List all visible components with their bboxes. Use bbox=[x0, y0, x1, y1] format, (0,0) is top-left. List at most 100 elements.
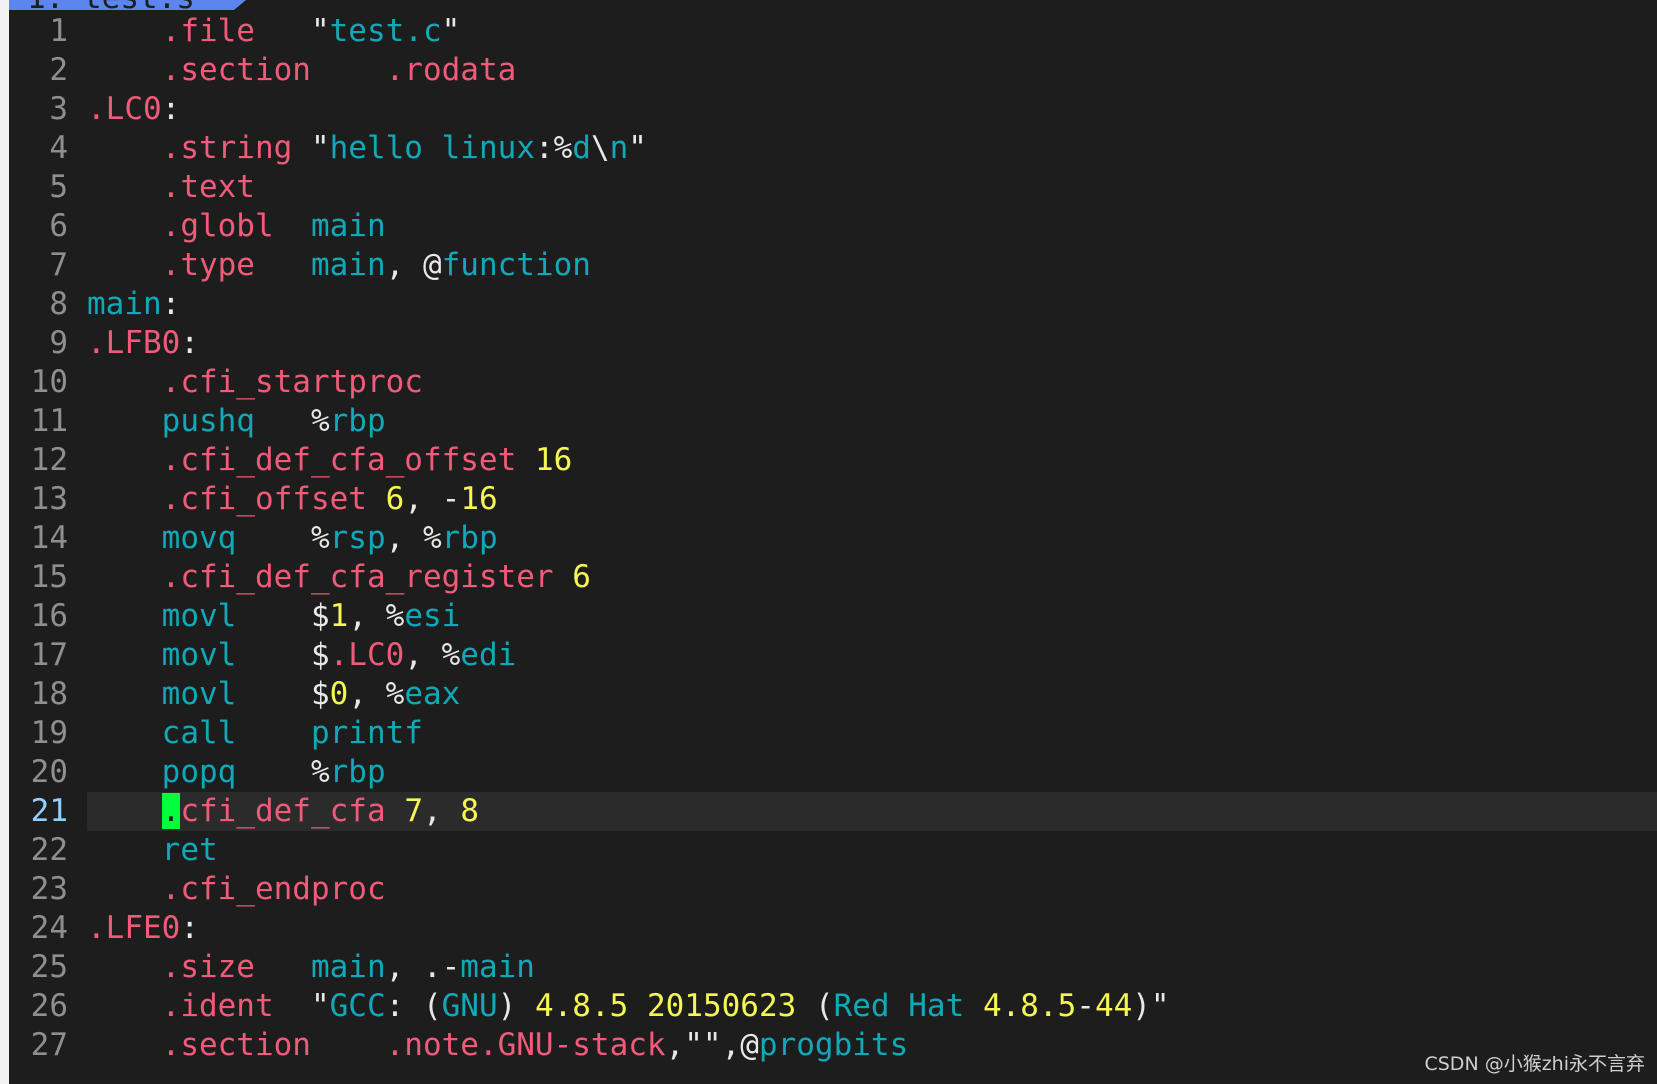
code-line[interactable]: 16 movl $1, %esi bbox=[0, 597, 1657, 636]
code-token: esi bbox=[404, 598, 461, 634]
code-token: 0 bbox=[329, 676, 349, 712]
code-token: , @ bbox=[385, 247, 442, 283]
code-editor[interactable]: 1 .file "test.c" 2 .section .rodata 3 .LC0:… bbox=[0, 12, 1657, 1065]
code-token: ( bbox=[796, 988, 834, 1024]
code-token: cfi_def_cfa bbox=[180, 793, 386, 829]
line-code: .cfi_endproc bbox=[87, 870, 386, 909]
code-line[interactable]: 7 .type main, @function bbox=[0, 246, 1657, 285]
code-line[interactable]: 8 main: bbox=[0, 285, 1657, 324]
code-token: .globl bbox=[161, 208, 274, 244]
line-number: 23 bbox=[30, 871, 68, 907]
code-token: 6 bbox=[572, 559, 591, 595]
code-token: , .- bbox=[385, 949, 461, 985]
line-code: .cfi_offset 6, -16 bbox=[87, 480, 498, 519]
code-token: - bbox=[1076, 988, 1095, 1024]
code-line[interactable]: 1 .file "test.c" bbox=[0, 12, 1657, 51]
code-token: " bbox=[628, 130, 647, 166]
line-number: 16 bbox=[30, 598, 68, 634]
code-line[interactable]: 23 .cfi_endproc bbox=[0, 870, 1657, 909]
line-code: movq %rsp, %rbp bbox=[87, 519, 498, 558]
line-code: .type main, @function bbox=[87, 246, 591, 285]
line-code: .cfi_def_cfa_register 6 bbox=[87, 558, 591, 597]
code-token: " bbox=[292, 130, 330, 166]
code-line[interactable]: 11 pushq %rbp bbox=[0, 402, 1657, 441]
line-code: .ident "GCC: (GNU) 4.8.5 20150623 (Red H… bbox=[87, 987, 1170, 1026]
code-line[interactable]: 26 .ident "GCC: (GNU) 4.8.5 20150623 (Re… bbox=[0, 987, 1657, 1026]
code-token: , % bbox=[404, 637, 461, 673]
code-token: 8 bbox=[460, 793, 479, 829]
code-line[interactable]: 12 .cfi_def_cfa_offset 16 bbox=[0, 441, 1657, 480]
code-line[interactable]: 17 movl $.LC0, %edi bbox=[0, 636, 1657, 675]
code-token: " bbox=[254, 13, 330, 49]
code-line[interactable]: 14 movq %rsp, %rbp bbox=[0, 519, 1657, 558]
code-token: $ bbox=[236, 676, 330, 712]
code-line[interactable]: 27 .section .note.GNU-stack,"",@progbits bbox=[0, 1026, 1657, 1065]
line-code: popq %rbp bbox=[87, 753, 386, 792]
code-line[interactable]: 24 .LFE0: bbox=[0, 909, 1657, 948]
code-line[interactable]: 4 .string "hello linux:%d\n" bbox=[0, 129, 1657, 168]
code-line[interactable]: 25 .size main, .-main bbox=[0, 948, 1657, 987]
code-token: .rodata bbox=[385, 52, 517, 88]
line-number: 13 bbox=[30, 481, 68, 517]
code-token: .cfi_offset bbox=[161, 481, 367, 517]
code-token: pushq bbox=[161, 403, 255, 439]
code-token: , bbox=[422, 793, 461, 829]
code-token: GNU bbox=[441, 988, 498, 1024]
line-code: .string "hello linux:%d\n" bbox=[87, 129, 647, 168]
line-code: .cfi_def_cfa 7, 8 bbox=[87, 792, 479, 831]
code-token: .file bbox=[161, 13, 255, 49]
code-token: GCC bbox=[329, 988, 386, 1024]
code-token: $ bbox=[236, 598, 330, 634]
buffer-tab-label: 1: test.s bbox=[27, 0, 195, 10]
code-line-current[interactable]: 21 .cfi_def_cfa 7, 8 bbox=[0, 792, 1657, 831]
line-code: .section .rodata bbox=[87, 51, 517, 90]
code-line[interactable]: 15 .cfi_def_cfa_register 6 bbox=[0, 558, 1657, 597]
code-line[interactable]: 20 popq %rbp bbox=[0, 753, 1657, 792]
code-line[interactable]: 9 .LFB0: bbox=[0, 324, 1657, 363]
code-token: " bbox=[273, 988, 330, 1024]
code-line[interactable]: 13 .cfi_offset 6, -16 bbox=[0, 480, 1657, 519]
line-number: 7 bbox=[49, 247, 68, 283]
code-token: $ bbox=[236, 637, 330, 673]
terminal-editor-window: 1: test.s 1 .file "test.c"2 .section .ro… bbox=[0, 0, 1657, 1084]
code-token: 16 bbox=[460, 481, 498, 517]
code-line[interactable]: 6 .globl main bbox=[0, 207, 1657, 246]
line-code: call printf bbox=[87, 714, 423, 753]
code-line[interactable]: 5 .text bbox=[0, 168, 1657, 207]
code-token: d bbox=[572, 130, 591, 166]
line-code: ret bbox=[87, 831, 218, 870]
code-token: n bbox=[609, 130, 629, 166]
line-number: 19 bbox=[30, 715, 68, 751]
code-line[interactable]: 18 movl $0, %eax bbox=[0, 675, 1657, 714]
buffer-tab[interactable]: 1: test.s bbox=[9, 0, 264, 10]
line-code: .LFE0: bbox=[87, 909, 199, 948]
code-line[interactable]: 3 .LC0: bbox=[0, 90, 1657, 129]
buffer-tab-arrow bbox=[234, 0, 246, 10]
code-token: 20150623 bbox=[646, 988, 797, 1024]
line-number: 20 bbox=[30, 754, 68, 790]
line-code: .section .note.GNU-stack,"",@progbits bbox=[87, 1026, 909, 1065]
line-number: 6 bbox=[49, 208, 68, 244]
code-token: , % bbox=[348, 676, 405, 712]
code-line[interactable]: 22 ret bbox=[0, 831, 1657, 870]
code-token: \ bbox=[590, 130, 610, 166]
code-line[interactable]: 10 .cfi_startproc bbox=[0, 363, 1657, 402]
code-token: : bbox=[180, 910, 199, 946]
code-line[interactable]: 19 call printf bbox=[0, 714, 1657, 753]
code-line[interactable]: 2 .section .rodata bbox=[0, 51, 1657, 90]
code-token: : bbox=[161, 91, 181, 127]
code-token: , % bbox=[385, 520, 442, 556]
code-token: % bbox=[236, 754, 330, 790]
